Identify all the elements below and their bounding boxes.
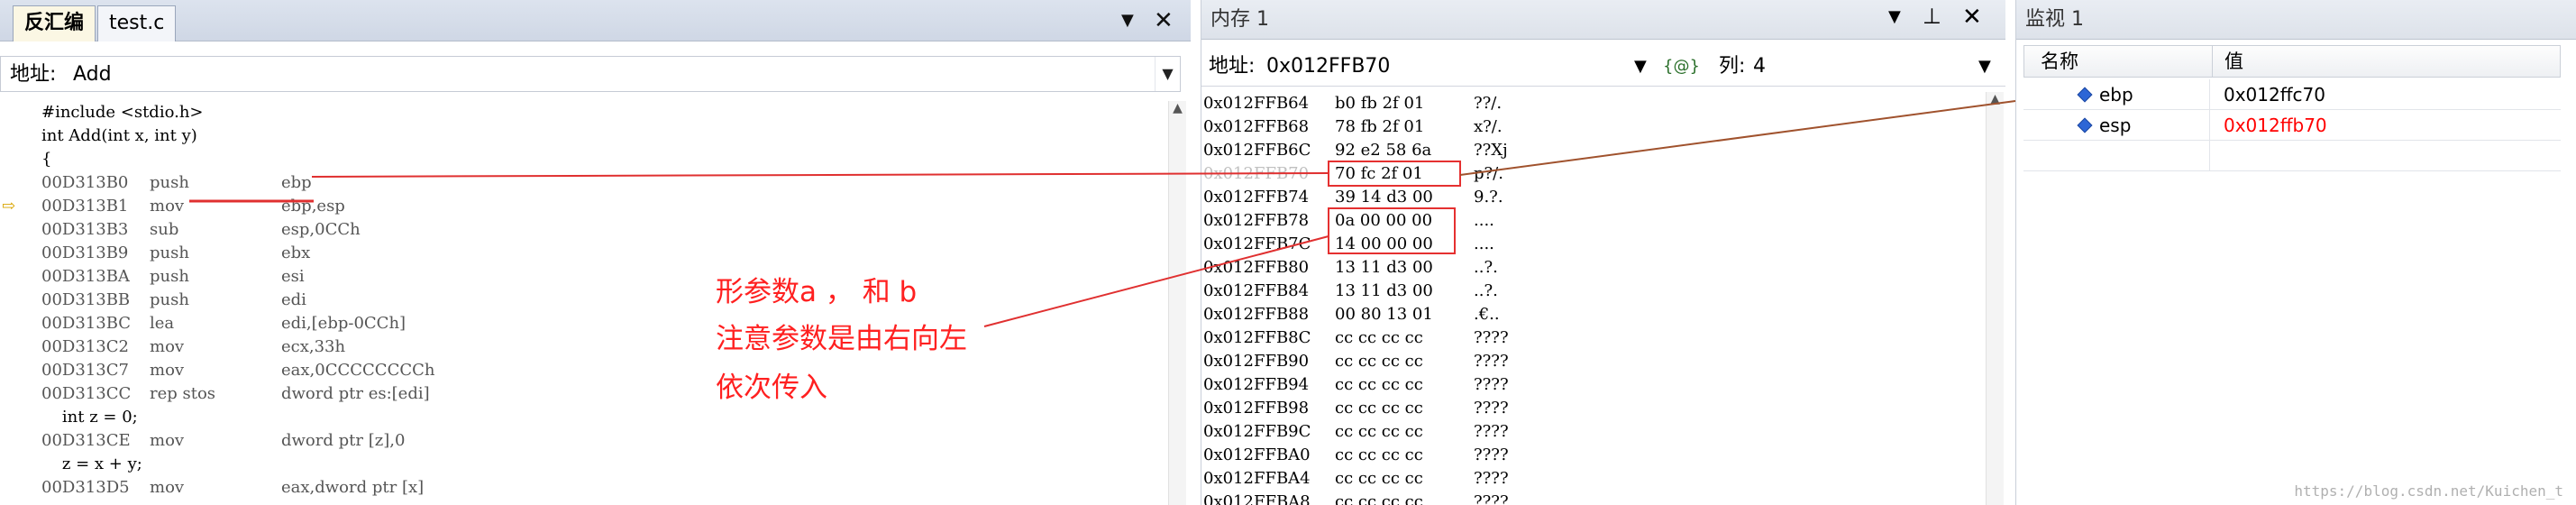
pointer-line-push-ebp bbox=[311, 172, 1329, 178]
watermark: https://blog.csdn.net/Kuichen_t bbox=[2294, 482, 2563, 500]
highlight-box-ebp-value bbox=[1328, 161, 1461, 187]
highlight-box-params bbox=[1328, 207, 1456, 254]
pointer-line-note bbox=[983, 235, 1329, 327]
annotation-overlay bbox=[189, 100, 2016, 327]
pointer-line-esp bbox=[1459, 100, 2016, 176]
